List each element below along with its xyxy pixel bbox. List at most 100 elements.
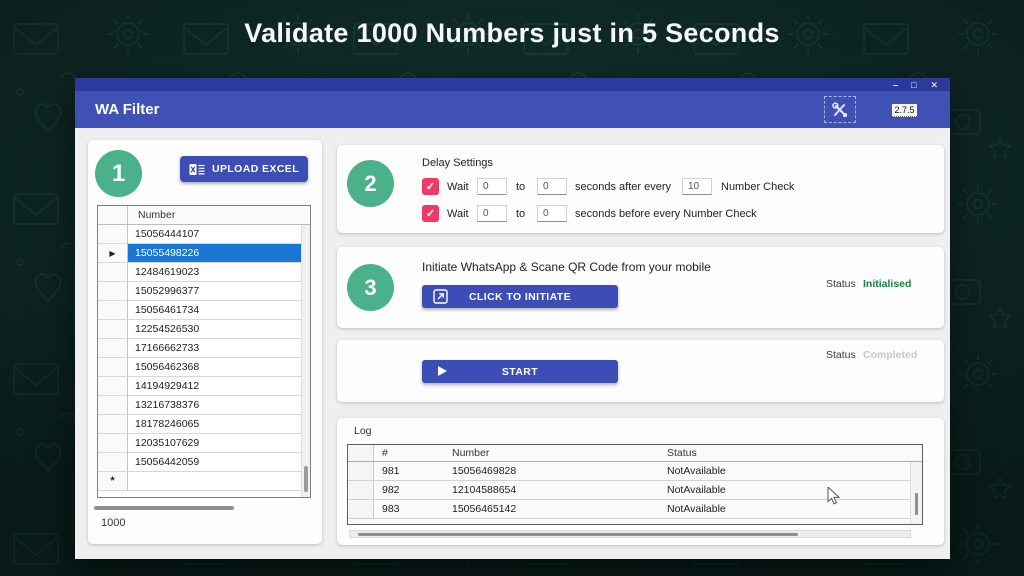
step-3-badge: 3 xyxy=(347,264,394,311)
delay-before-from-input[interactable] xyxy=(477,205,507,222)
close-button[interactable]: ✕ xyxy=(930,80,938,90)
number-count: 1000 xyxy=(101,517,125,529)
number-cell[interactable]: 15056462368 xyxy=(128,358,301,376)
maximize-button[interactable]: □ xyxy=(911,80,916,90)
table-row[interactable]: 12484619023 xyxy=(98,263,310,282)
new-row[interactable]: * xyxy=(98,472,310,491)
horizontal-scrollbar[interactable] xyxy=(94,506,234,510)
log-number-cell[interactable]: 15056469828 xyxy=(444,462,659,480)
scrollbar-thumb[interactable] xyxy=(358,533,798,536)
open-external-icon xyxy=(433,289,448,304)
upload-excel-button[interactable]: UPLOAD EXCEL xyxy=(180,156,308,182)
number-cell[interactable]: 12035107629 xyxy=(128,434,301,452)
start-panel: START Status Completed xyxy=(337,340,944,402)
status-label: Status xyxy=(826,278,856,290)
number-cell[interactable]: 15056442059 xyxy=(128,453,301,471)
number-cell[interactable]: 12254526530 xyxy=(128,320,301,338)
row-indicator xyxy=(98,263,128,281)
table-row[interactable]: 14194929412 xyxy=(98,377,310,396)
number-cell[interactable]: 14194929412 xyxy=(128,377,301,395)
status-value-initialised: Initialised xyxy=(863,278,911,290)
excel-icon xyxy=(189,163,205,176)
click-to-initiate-label: CLICK TO INITIATE xyxy=(469,291,571,303)
log-num-cell[interactable]: 981 xyxy=(374,462,444,480)
table-row[interactable]: 12254526530 xyxy=(98,320,310,339)
log-number-cell[interactable]: 15056465142 xyxy=(444,500,659,518)
page-title: Validate 1000 Numbers just in 5 Seconds xyxy=(0,18,1024,49)
seconds-after-label: seconds after every xyxy=(575,179,671,196)
table-row[interactable]: 13216738376 xyxy=(98,396,310,415)
wait-label: Wait xyxy=(447,206,469,223)
start-label: START xyxy=(502,366,538,378)
wait-label: Wait xyxy=(447,179,469,196)
log-num-cell[interactable]: 982 xyxy=(374,481,444,499)
horizontal-scrollbar[interactable] xyxy=(349,530,911,538)
to-label: to xyxy=(516,206,525,223)
table-row[interactable]: 15056461734 xyxy=(98,301,310,320)
delay-after-from-input[interactable] xyxy=(477,178,507,195)
number-cell[interactable] xyxy=(128,472,301,490)
minimize-button[interactable]: – xyxy=(893,80,897,90)
delay-before-to-input[interactable] xyxy=(537,205,567,222)
initiate-panel: 3 Initiate WhatsApp & Scane QR Code from… xyxy=(337,247,944,328)
row-indicator: ▶ xyxy=(98,244,128,262)
header-indicator-cell xyxy=(348,445,374,461)
number-check-label: Number Check xyxy=(721,179,794,196)
number-cell[interactable]: 12484619023 xyxy=(128,263,301,281)
row-indicator xyxy=(98,282,128,300)
log-status-cell[interactable]: NotAvailable xyxy=(659,500,909,518)
vertical-scrollbar[interactable] xyxy=(910,462,922,524)
settings-tools-button[interactable] xyxy=(824,96,856,123)
titlebar: WA Filter 2.7.5 xyxy=(75,91,950,128)
log-table[interactable]: # Number Status 98115056469828NotAvailab… xyxy=(347,444,923,525)
every-n-numbers-input[interactable] xyxy=(682,178,712,195)
start-button[interactable]: START xyxy=(422,360,618,383)
table-row[interactable]: 15056442059 xyxy=(98,453,310,472)
log-number-cell[interactable]: 12104588654 xyxy=(444,481,659,499)
number-cell[interactable]: 15056461734 xyxy=(128,301,301,319)
version-badge: 2.7.5 xyxy=(892,104,917,117)
table-row[interactable]: ▶15055498226 xyxy=(98,244,310,263)
row-indicator xyxy=(348,481,374,499)
number-cell[interactable]: 18178246065 xyxy=(128,415,301,433)
row-indicator xyxy=(98,225,128,243)
number-cell[interactable]: 17166662733 xyxy=(128,339,301,357)
table-row[interactable]: 15056462368 xyxy=(98,358,310,377)
number-cell[interactable]: 15055498226 xyxy=(128,244,301,262)
log-num-cell[interactable]: 983 xyxy=(374,500,444,518)
table-row[interactable]: 18178246065 xyxy=(98,415,310,434)
scrollbar-thumb[interactable] xyxy=(304,466,308,492)
table-row[interactable]: 15056444107 xyxy=(98,225,310,244)
wait-after-checkbox[interactable]: ✓ xyxy=(422,178,439,195)
numbers-table-body: 15056444107▶1505549822612484619023150529… xyxy=(98,225,310,491)
number-cell[interactable]: 15056444107 xyxy=(128,225,301,243)
log-panel: Log # Number Status 98115056469828NotAva… xyxy=(337,418,944,545)
delay-after-to-input[interactable] xyxy=(537,178,567,195)
row-indicator xyxy=(98,396,128,414)
number-cell[interactable]: 13216738376 xyxy=(128,396,301,414)
row-indicator xyxy=(98,453,128,471)
click-to-initiate-button[interactable]: CLICK TO INITIATE xyxy=(422,285,618,308)
wait-before-checkbox[interactable]: ✓ xyxy=(422,205,439,222)
table-row[interactable]: 12035107629 xyxy=(98,434,310,453)
row-indicator xyxy=(348,462,374,480)
scrollbar-thumb[interactable] xyxy=(915,493,918,515)
number-cell[interactable]: 15052996377 xyxy=(128,282,301,300)
table-row[interactable]: 15052996377 xyxy=(98,282,310,301)
row-indicator xyxy=(98,301,128,319)
numbers-table[interactable]: Number 15056444107▶150554982261248461902… xyxy=(97,205,311,498)
log-header-number: Number xyxy=(444,445,659,461)
log-status-cell[interactable]: NotAvailable xyxy=(659,481,909,499)
log-header-num: # xyxy=(374,445,444,461)
row-indicator xyxy=(98,320,128,338)
initiate-instruction: Initiate WhatsApp & Scane QR Code from y… xyxy=(422,260,711,274)
status-value-completed: Completed xyxy=(863,349,917,361)
app-window: – □ ✕ WA Filter 2.7.5 1 xyxy=(75,78,950,559)
table-row[interactable]: 98115056469828NotAvailable xyxy=(348,462,922,481)
new-row-indicator: * xyxy=(98,472,128,490)
table-row[interactable]: 17166662733 xyxy=(98,339,310,358)
numbers-table-header: Number xyxy=(98,206,310,225)
log-status-cell[interactable]: NotAvailable xyxy=(659,462,909,480)
upload-panel: 1 UPLOAD EXCEL Number 15056444107▶150554… xyxy=(88,140,322,544)
vertical-scrollbar[interactable] xyxy=(301,225,310,497)
